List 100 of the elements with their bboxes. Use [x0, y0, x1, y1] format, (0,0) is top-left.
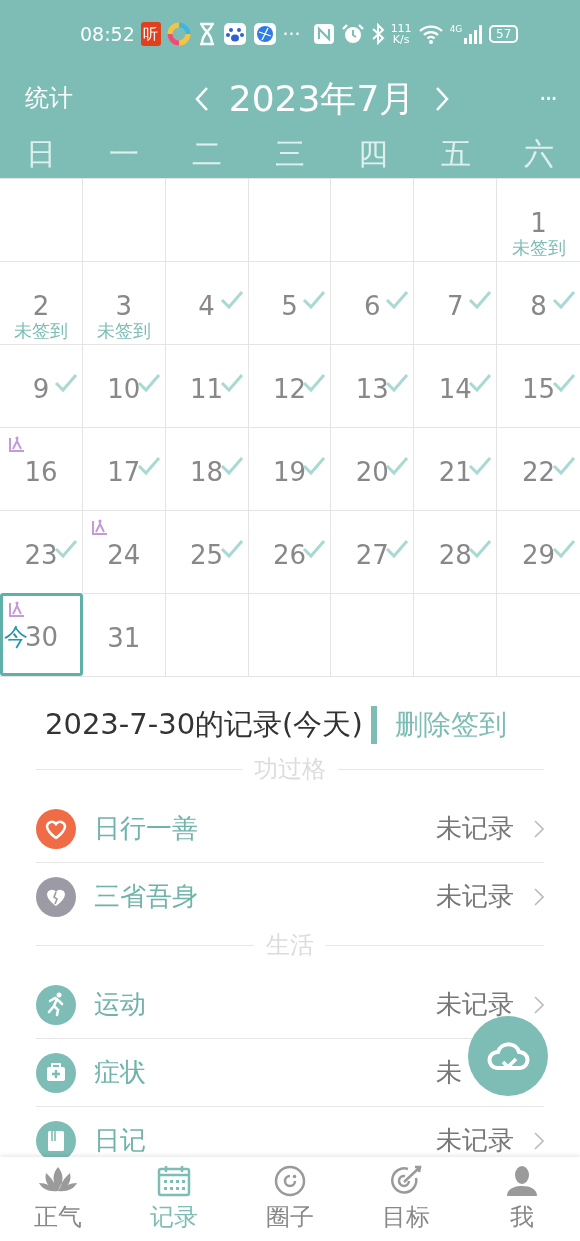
network-speed: 111	[390, 23, 412, 34]
statistics-link[interactable]: 统计	[25, 86, 155, 112]
record-status: 未记录	[436, 812, 515, 845]
day-number[interactable]: 8	[530, 290, 547, 322]
day-number[interactable]: 31	[107, 622, 141, 654]
calendar-day[interactable]: 11	[165, 344, 249, 427]
day-number[interactable]: 17	[107, 456, 141, 488]
calendar-day[interactable]: 3 未签到	[82, 261, 166, 344]
nav-tab[interactable]: 圈子	[232, 1157, 348, 1241]
alarm-icon	[340, 23, 365, 45]
record-item-label[interactable]: 日记	[94, 1123, 418, 1157]
day-number[interactable]: 29	[522, 539, 556, 571]
chevron-right-icon[interactable]	[534, 819, 544, 838]
calendar-day[interactable]: 24	[82, 510, 166, 593]
record-item-label[interactable]: 三省吾身	[94, 879, 418, 914]
day-number[interactable]: 9	[32, 373, 50, 405]
speed-unit: K/s	[392, 34, 410, 45]
day-number[interactable]: 13	[355, 373, 389, 405]
calendar-day[interactable]: 26	[248, 510, 332, 593]
unsigned-label: 未签到	[95, 320, 152, 342]
record-item-label[interactable]: 日行一善	[94, 811, 418, 846]
day-number[interactable]: 1	[530, 207, 547, 239]
day-number[interactable]: 7	[446, 290, 464, 322]
day-number[interactable]: 22	[522, 456, 556, 488]
calendar-day[interactable]: 4	[165, 261, 249, 344]
day-number[interactable]: 4	[198, 290, 215, 322]
clock-time: 08:52	[80, 23, 135, 45]
chevron-right-icon[interactable]	[534, 995, 544, 1014]
circle-icon[interactable]	[274, 1165, 306, 1197]
calendar-day[interactable]: 5	[248, 261, 332, 344]
globe-icon	[252, 22, 277, 46]
day-number[interactable]: 19	[272, 456, 307, 488]
record-item-label[interactable]: 运动	[94, 987, 418, 1022]
day-number[interactable]: 16	[24, 456, 58, 488]
weekday-label: 三	[274, 135, 306, 173]
calendar-day[interactable]: 22	[497, 427, 580, 510]
nav-tab[interactable]: 记录	[116, 1157, 232, 1241]
calendar-day[interactable]: 28	[414, 510, 498, 593]
signal-icon	[463, 24, 484, 44]
delete-checkin-link[interactable]: 删除签到	[394, 706, 507, 744]
battery-level: 57	[489, 25, 518, 43]
calendar-day[interactable]: 13	[331, 344, 415, 427]
day-number[interactable]: 15	[522, 373, 556, 405]
record-status: 未记录	[436, 1124, 515, 1157]
calendar-day[interactable]: 14	[414, 344, 498, 427]
target-icon[interactable]	[389, 1165, 423, 1197]
month-title: 2023年7月	[228, 76, 416, 121]
calendar-day[interactable]: 9	[0, 344, 83, 427]
day-number[interactable]: 21	[438, 456, 472, 488]
day-number[interactable]: 27	[355, 539, 389, 571]
chevron-right-icon[interactable]	[534, 1131, 544, 1150]
calendar-day[interactable]: 27	[331, 510, 415, 593]
calendar-day[interactable]: 20	[331, 427, 415, 510]
day-number[interactable]: 6	[364, 290, 381, 322]
calendar-icon[interactable]	[157, 1165, 191, 1197]
record-status: 未记录	[436, 988, 515, 1021]
day-number[interactable]: 11	[190, 373, 224, 405]
calendar-day[interactable]: 25	[165, 510, 249, 593]
day-number[interactable]: 25	[190, 539, 224, 571]
day-number[interactable]: 20	[355, 456, 389, 488]
calendar-day[interactable]: 8	[497, 261, 580, 344]
nav-tab[interactable]: 目标	[348, 1157, 464, 1241]
day-number[interactable]: 28	[438, 539, 472, 571]
calendar-day[interactable]: 16	[0, 427, 83, 510]
record-item-label[interactable]: 症状	[94, 1055, 418, 1090]
network-type: 4G	[449, 24, 463, 34]
day-number[interactable]: 14	[438, 373, 472, 405]
calendar-day[interactable]: 21	[414, 427, 498, 510]
calendar-day[interactable]: 18	[165, 427, 249, 510]
day-number[interactable]: 2	[32, 290, 50, 322]
person-icon[interactable]	[505, 1165, 539, 1197]
day-number[interactable]: 10	[107, 373, 141, 405]
calendar-day[interactable]: 17	[82, 427, 166, 510]
calendar-day[interactable]: 10	[82, 344, 166, 427]
day-number[interactable]: 23	[24, 539, 58, 571]
day-number[interactable]: 24	[107, 539, 141, 571]
calendar-day[interactable]: 31	[82, 593, 166, 676]
day-number[interactable]: 12	[272, 373, 307, 405]
calendar-day[interactable]: 1 未签到	[497, 178, 580, 261]
calendar-day[interactable]: 2 未签到	[0, 261, 83, 344]
calendar-day[interactable]: 15	[497, 344, 580, 427]
calendar-day[interactable]: 23	[0, 510, 83, 593]
day-number[interactable]: 3	[115, 290, 133, 322]
calendar-day[interactable]: 12	[248, 344, 332, 427]
record-title: 2023-7-30的记录(今天)	[45, 706, 363, 743]
calendar-day[interactable]: 6	[331, 261, 415, 344]
more-menu[interactable]: ···	[539, 85, 556, 113]
nav-tab[interactable]: 我	[464, 1157, 580, 1241]
bluetooth-icon	[370, 23, 385, 45]
more-notifications: ···	[282, 23, 301, 45]
weekday-label: 一	[108, 135, 141, 173]
calendar-day[interactable]: 29	[497, 510, 580, 593]
day-number[interactable]: 26	[272, 539, 307, 571]
day-number[interactable]: 18	[190, 456, 224, 488]
nav-tab[interactable]: 正气	[0, 1157, 116, 1241]
day-number[interactable]: 5	[281, 290, 298, 322]
calendar-day[interactable]: 7	[414, 261, 498, 344]
chevron-left-icon[interactable]	[194, 86, 209, 112]
calendar-day[interactable]: 19	[248, 427, 332, 510]
chevron-right-icon[interactable]	[534, 887, 544, 906]
